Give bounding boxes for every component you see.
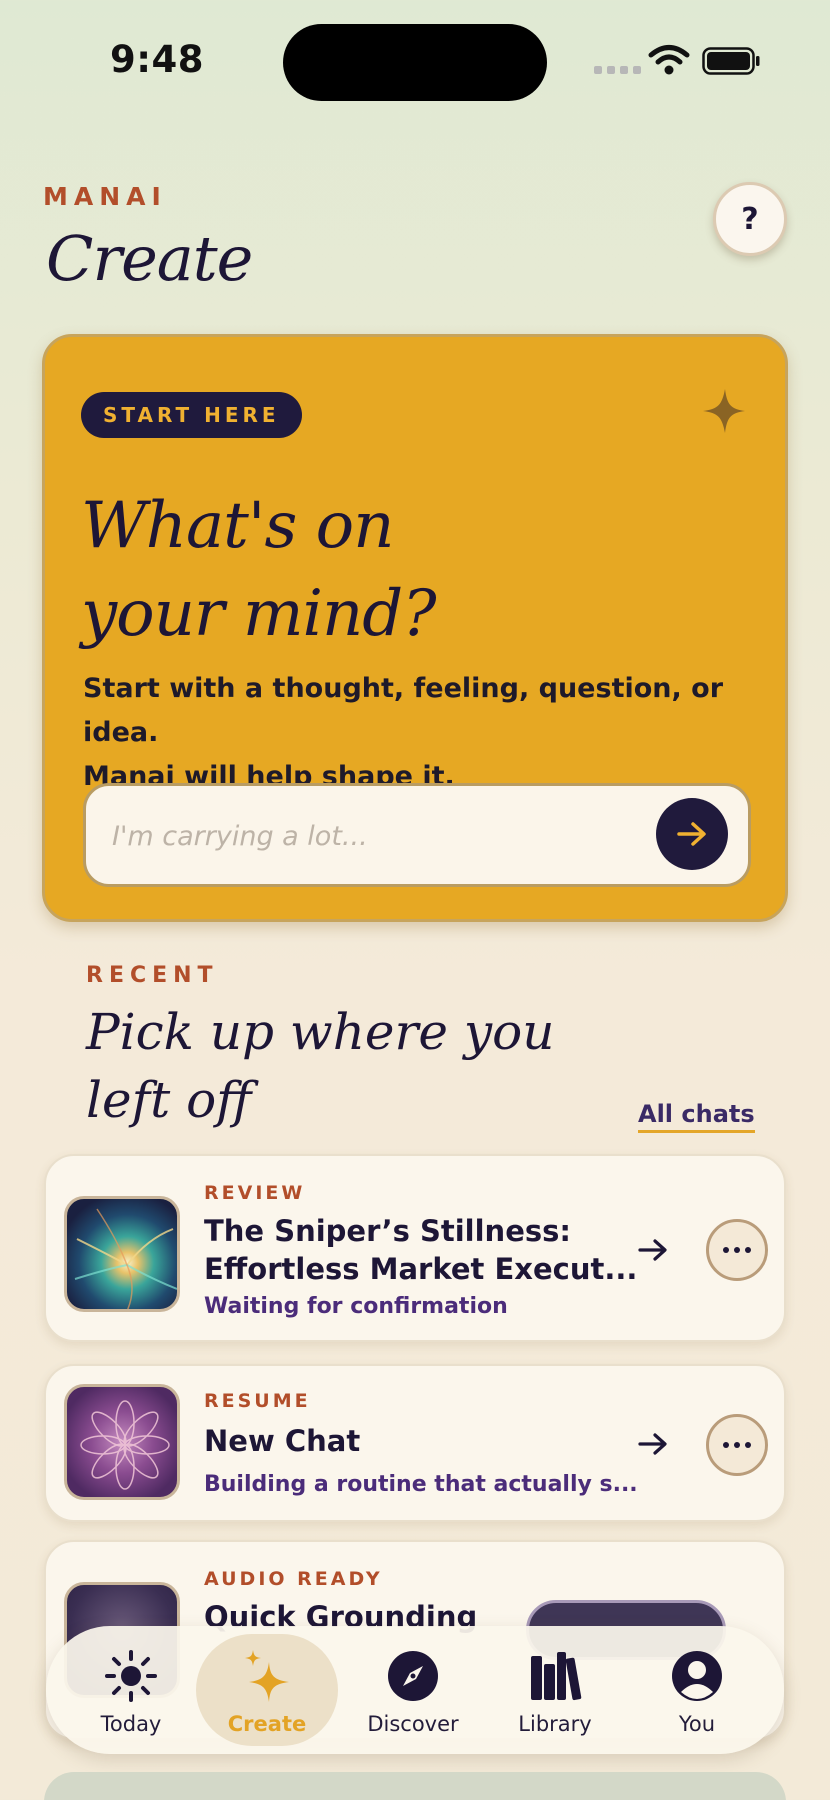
tab-bar: Today Create Discover Library You xyxy=(46,1626,784,1754)
sun-icon xyxy=(105,1650,157,1702)
hero-subtitle: Start with a thought, feeling, question,… xyxy=(83,673,724,792)
start-here-badge: START HERE xyxy=(81,392,302,438)
thought-input-placeholder: I'm carrying a lot... xyxy=(112,821,368,852)
status-time: 9:48 xyxy=(110,38,205,81)
recent-chat-card[interactable]: RESUME New Chat Building a routine that … xyxy=(44,1364,786,1522)
help-button[interactable]: ? xyxy=(713,182,787,256)
recent-chat-card[interactable]: REVIEW The Sniper’s Stillness: Effortles… xyxy=(44,1154,786,1342)
next-card-peek xyxy=(44,1772,786,1800)
tab-create[interactable]: Create xyxy=(196,1634,338,1746)
all-chats-link[interactable]: All chats xyxy=(638,1100,755,1133)
hero-title: What's on your mind? xyxy=(81,489,436,651)
arrow-right-icon xyxy=(638,1433,667,1455)
card-subtitle: Waiting for confirmation xyxy=(204,1294,508,1319)
thought-input[interactable]: I'm carrying a lot... xyxy=(83,783,751,887)
more-options-button[interactable] xyxy=(706,1414,768,1476)
cellular-signal-icon xyxy=(594,66,641,74)
card-subtitle: Building a routine that actually s... xyxy=(204,1472,638,1497)
hero-card: START HERE What's on your mind? Start wi… xyxy=(42,334,788,922)
battery-icon xyxy=(702,47,760,75)
recent-title: Pick up where you left off xyxy=(86,1003,555,1129)
tab-discover[interactable]: Discover xyxy=(342,1626,484,1754)
card-tag: RESUME xyxy=(204,1390,311,1412)
sparkle-icon xyxy=(703,389,745,433)
tab-label: You xyxy=(678,1712,716,1736)
tab-library[interactable]: Library xyxy=(484,1626,626,1754)
compass-icon xyxy=(388,1651,438,1701)
chat-thumbnail xyxy=(64,1196,180,1312)
person-icon xyxy=(672,1651,722,1701)
card-title: The Sniper’s Stillness: Effortless Marke… xyxy=(204,1214,638,1286)
tab-today[interactable]: Today xyxy=(60,1626,202,1754)
chat-thumbnail xyxy=(64,1384,180,1500)
tab-label: Create xyxy=(227,1712,307,1736)
card-tag: REVIEW xyxy=(204,1182,306,1204)
tab-label: Today xyxy=(100,1712,162,1736)
wifi-icon xyxy=(648,45,690,75)
recent-eyebrow: RECENT xyxy=(86,963,219,988)
flower-icon xyxy=(80,1400,170,1490)
app-eyebrow: MANAI xyxy=(43,182,167,211)
more-options-button[interactable] xyxy=(706,1219,768,1281)
tab-you[interactable]: You xyxy=(626,1626,768,1754)
tab-label: Discover xyxy=(367,1712,459,1736)
sparkles-icon xyxy=(245,1650,289,1702)
page-title: Create xyxy=(46,222,253,295)
arrow-right-icon xyxy=(677,822,706,846)
tab-label: Library xyxy=(518,1712,592,1736)
help-icon: ? xyxy=(741,201,759,237)
arrow-right-icon xyxy=(638,1239,667,1261)
books-icon xyxy=(531,1652,582,1701)
card-tag: AUDIO READY xyxy=(204,1568,383,1590)
card-title: New Chat xyxy=(204,1424,361,1458)
dynamic-island xyxy=(283,24,547,101)
send-button[interactable] xyxy=(656,798,728,870)
energy-swirl-icon xyxy=(74,1208,177,1309)
